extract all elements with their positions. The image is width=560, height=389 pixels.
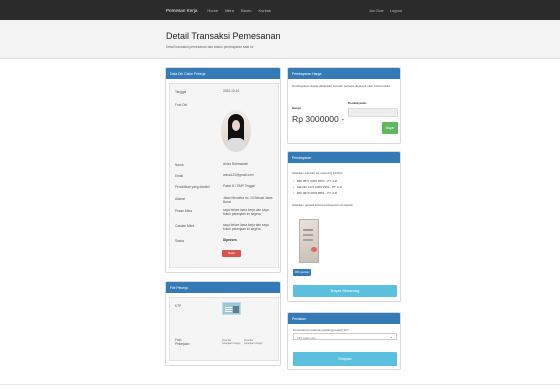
pay-button[interactable]: Bayar <box>382 122 398 134</box>
files-panel-heading: File Pekerja <box>166 282 280 293</box>
logout-link[interactable]: Logout <box>390 8 402 13</box>
transfer-intro: Silahkan transfer ke rekening berikut: <box>292 171 344 175</box>
ktp-label: KTP <box>175 304 182 308</box>
rating-question: Pemesanan pekerja (sedang pesan) ini? <box>293 328 349 332</box>
chevron-down-icon: ⌄ <box>389 334 393 339</box>
payment-panel-heading: Pembayaran Harga <box>288 68 400 79</box>
field-label-partner-note: Catatan Mitra <box>175 224 195 228</box>
worker-avatar <box>221 110 251 152</box>
field-value-status: Diproses <box>223 238 237 242</box>
transfer-panel-heading: Pembayaran <box>288 152 400 163</box>
rating-select[interactable]: Pilih salah satu ⌄ <box>293 333 397 340</box>
top-navbar: Pemesan Kerja Home Mitra Bantu Kontak Jo… <box>0 0 560 20</box>
field-value-name: Anisa Rahmawati <box>223 162 248 166</box>
field-value-partner-note: saya belum lama kerja dan saya butuh pek… <box>223 223 269 232</box>
nav-user-link[interactable]: Jon Doe <box>369 8 384 13</box>
navbar-right: Jon Doe Logout <box>363 8 402 13</box>
work-photo-1[interactable]: [Gambar pekerjaan image] <box>222 339 241 345</box>
rating-select-value: Pilih salah satu <box>297 335 316 340</box>
rating-panel: Penilaian Pemesanan pekerja (sedang pesa… <box>287 312 401 370</box>
work-photo-2[interactable]: [Gambar pekerjaan image] <box>244 339 263 345</box>
worker-files-panel: File Pekerja KTP Foto Pekerjaan [Gambar … <box>165 281 281 366</box>
transfer-panel: Pembayaran Silahkan transfer ke rekening… <box>287 151 401 302</box>
files-well: KTP Foto Pekerjaan [Gambar pekerjaan ima… <box>169 297 279 361</box>
field-value-address: Jalan Merdeka no. 10 Bekasi Jawa Barat <box>223 196 273 205</box>
brand-link[interactable]: Pemesan Kerja <box>166 8 197 13</box>
field-label-partner-message: Pesan Mitra <box>175 209 193 213</box>
customer-panel-heading: Data Diri Calon Pekerja <box>166 68 280 79</box>
field-label-address: Alamat <box>175 197 185 201</box>
field-value-education: Paket B / SMP Tinggal <box>223 184 255 188</box>
price-value: Rp 3000000 - <box>292 114 345 124</box>
field-value-date: 2020-10-10 <box>223 89 240 93</box>
voucher-input[interactable] <box>348 108 398 117</box>
nav-link-kontak[interactable]: Kontak <box>258 8 270 13</box>
field-label-name: Nama <box>175 163 184 167</box>
field-label-email: Email <box>175 174 183 178</box>
ktp-card-image[interactable] <box>222 302 241 315</box>
payment-description: Pembayaran dapat dilakukan setelah peker… <box>292 84 390 88</box>
work-photo-label: Foto Pekerjaan <box>175 338 190 346</box>
customer-data-panel: Data Diri Calon Pekerja Tanggal 2020-10-… <box>165 67 281 273</box>
payment-proof-image[interactable] <box>299 219 319 263</box>
submit-rating-button[interactable]: Simpan <box>293 352 397 366</box>
bank-account-3: BNI 0870 0000 8891 - PT. A.D <box>293 191 337 195</box>
nav-link-home[interactable]: Home <box>207 8 218 13</box>
page-title: Detail Transaksi Pemesanan <box>166 31 281 41</box>
payment-price-panel: Pembayaran Harga Pembayaran dapat dilaku… <box>287 67 401 144</box>
rating-panel-heading: Penilaian <box>288 313 400 324</box>
field-label-photo: Foto Diri <box>175 103 188 107</box>
pay-now-button[interactable]: Bayar Sekarang <box>293 285 397 297</box>
choose-image-button[interactable]: Pilih gambar <box>293 269 311 276</box>
bank-account-1: BRI 0871 0000 6554 - PT. A.D <box>293 179 337 183</box>
field-value-email: anisa123@gmail.com <box>223 173 254 177</box>
footer-divider <box>0 384 560 385</box>
navbar-inner: Pemesan Kerja Home Mitra Bantu Kontak Jo… <box>166 0 402 20</box>
page-header: Detail Transaksi Pemesanan Detail transa… <box>0 20 560 59</box>
field-label-date: Tanggal <box>175 90 187 94</box>
upload-note: Silahkan upload bukti pembayaran di bawa… <box>292 203 353 207</box>
voucher-label: Pembayaran <box>348 101 367 105</box>
nav-link-mitra[interactable]: Mitra <box>225 8 234 13</box>
customer-data-well: Tanggal 2020-10-10 Foto Diri Nama Anisa … <box>169 83 279 268</box>
field-label-education: Pendidikan yang diambil <box>175 185 210 189</box>
cancel-button[interactable]: Batal <box>222 250 241 257</box>
price-label: Harga <box>292 106 301 110</box>
bank-account-2: Mandiri 1470 0000 9552 - PT. A.D <box>293 185 342 189</box>
field-value-partner-message: saya belum lama kerja dan saya butuh pek… <box>223 208 269 217</box>
field-label-status: Status <box>175 239 185 243</box>
nav-link-bantu[interactable]: Bantu <box>241 8 251 13</box>
page-subtitle: Detail transaksi pemesanan dan status pe… <box>166 45 254 49</box>
